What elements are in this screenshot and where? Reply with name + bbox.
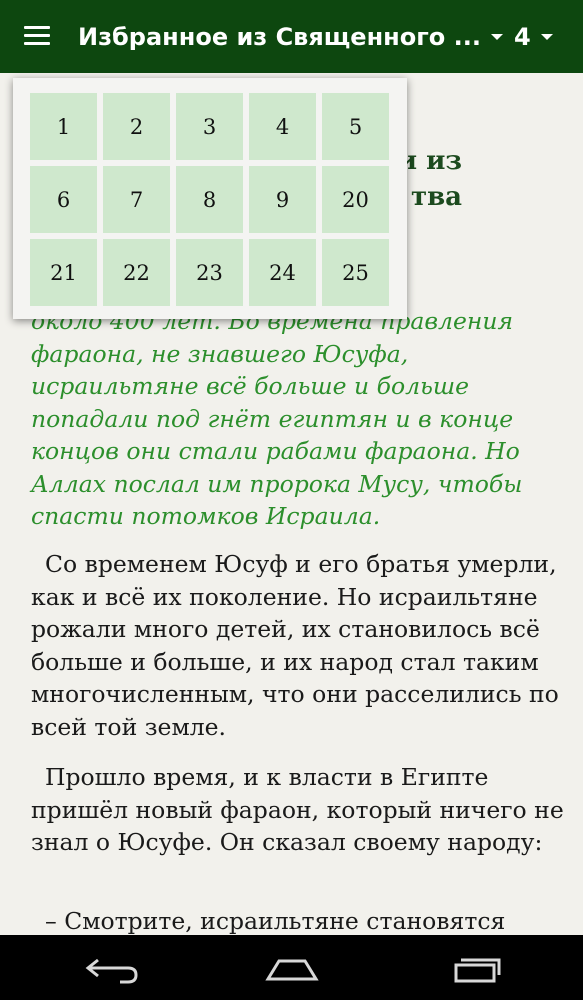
chapter-cell[interactable]: 5 — [322, 93, 389, 160]
chapter-picker-popup: 1 2 3 4 5 6 7 8 9 20 21 22 23 24 25 — [13, 78, 407, 319]
chapter-grid: 1 2 3 4 5 6 7 8 9 20 21 22 23 24 25 — [30, 93, 389, 306]
chapter-cell[interactable]: 23 — [176, 239, 243, 306]
chapter-cell[interactable]: 25 — [322, 239, 389, 306]
home-icon[interactable] — [252, 943, 332, 993]
system-nav-bar — [0, 935, 583, 1000]
chapter-cell[interactable]: 22 — [103, 239, 170, 306]
paragraph: Со временем Юсуф и его братья умерли, ка… — [31, 550, 559, 741]
paragraph: Прошло время, и к власти в Египте пришёл… — [31, 763, 564, 856]
chapter-cell[interactable]: 1 — [30, 93, 97, 160]
chapter-cell[interactable]: 4 — [249, 93, 316, 160]
back-icon[interactable] — [70, 943, 150, 993]
chapter-cell[interactable]: 6 — [30, 166, 97, 233]
chapter-dropdown[interactable]: 4 — [514, 0, 553, 73]
book-title-dropdown[interactable]: Избранное из Священного ... — [78, 0, 503, 73]
chapter-cell[interactable]: 24 — [249, 239, 316, 306]
menu-icon[interactable] — [22, 22, 54, 50]
chapter-cell[interactable]: 2 — [103, 93, 170, 160]
chapter-cell[interactable]: 8 — [176, 166, 243, 233]
chapter-cell[interactable]: 9 — [249, 166, 316, 233]
paragraph: – Смотрите, исраильтяне становятся — [45, 907, 506, 935]
chapter-cell[interactable]: 3 — [176, 93, 243, 160]
chevron-down-icon — [490, 33, 503, 40]
recents-icon[interactable] — [436, 943, 516, 993]
chevron-down-icon — [540, 33, 553, 40]
book-title: Избранное из Священного ... — [78, 22, 481, 51]
app-bar: Избранное из Священного ... 4 — [0, 0, 583, 73]
chapter-cell[interactable]: 7 — [103, 166, 170, 233]
chapter-number: 4 — [514, 22, 531, 51]
chapter-cell[interactable]: 20 — [322, 166, 389, 233]
chapter-cell[interactable]: 21 — [30, 239, 97, 306]
